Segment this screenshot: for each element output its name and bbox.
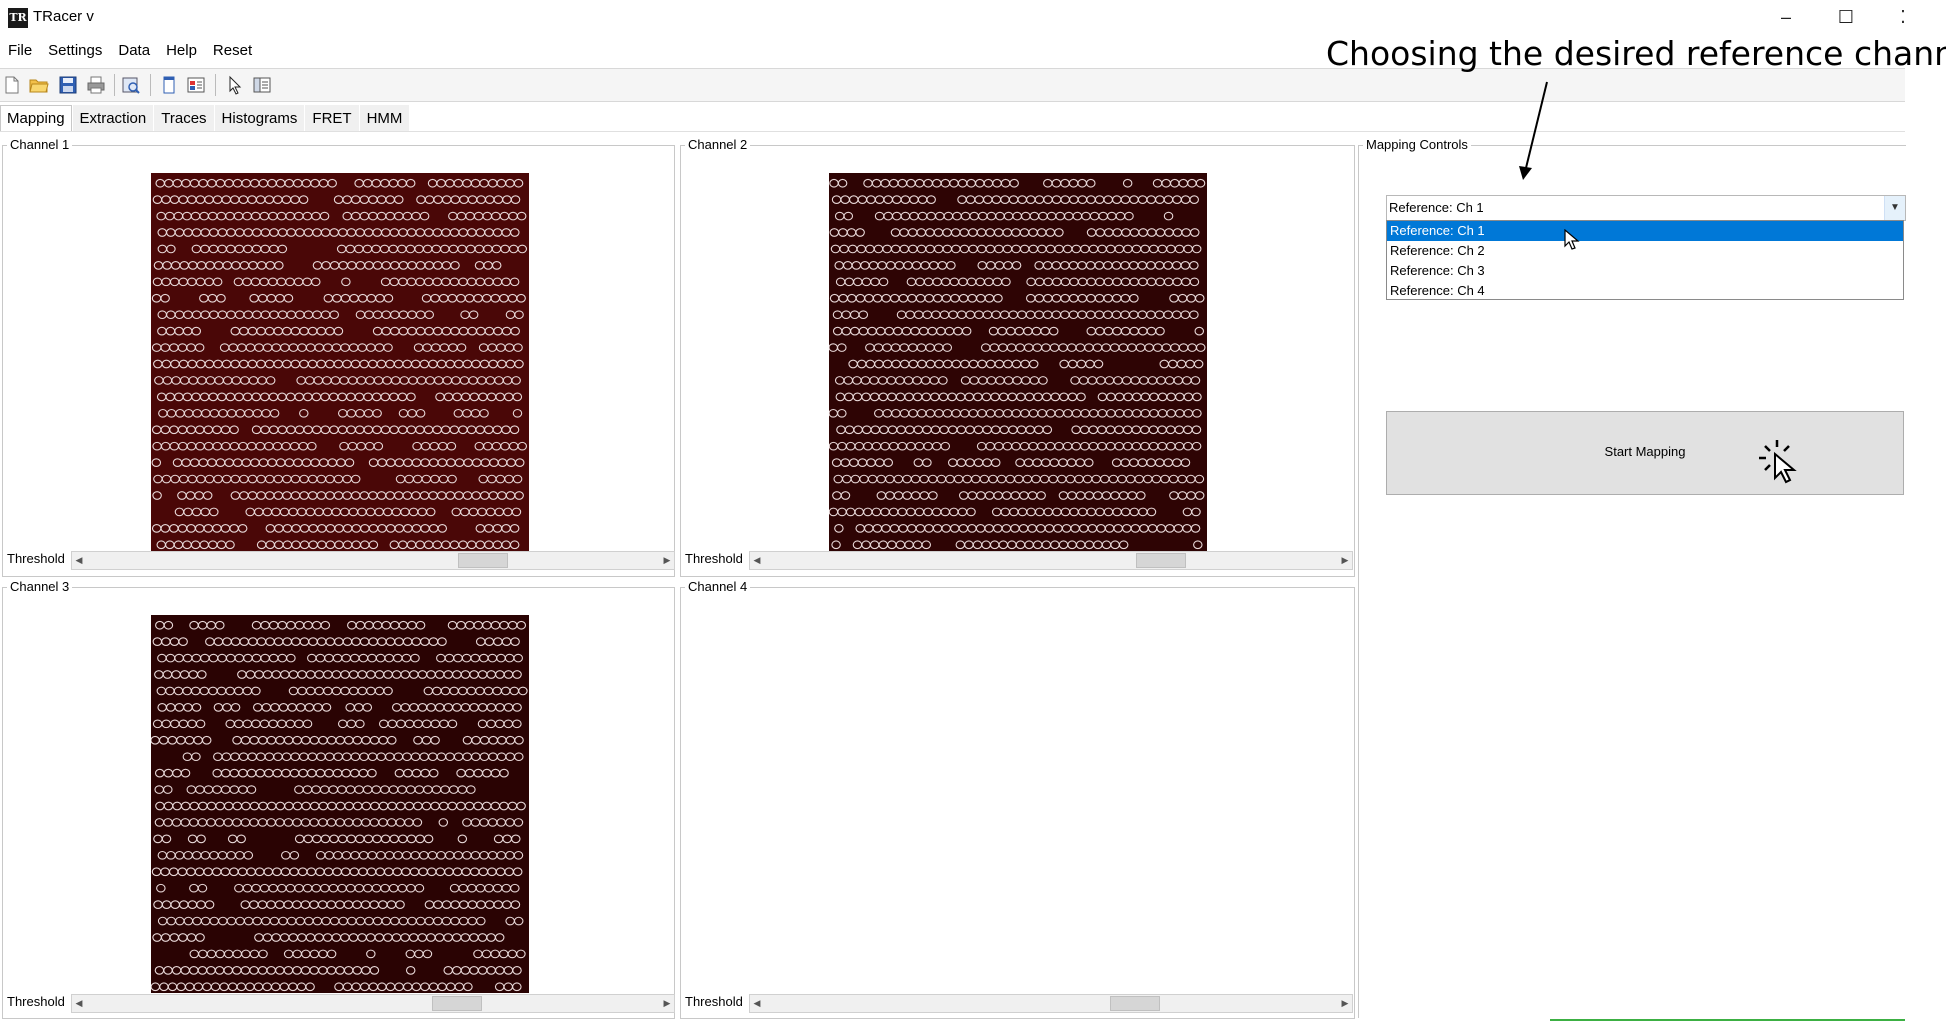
- menu-settings[interactable]: Settings: [40, 40, 110, 62]
- channel-1-image[interactable]: [151, 173, 529, 551]
- toolbar-separator: [150, 74, 151, 96]
- print-icon[interactable]: [86, 75, 106, 95]
- spot-map: [151, 615, 529, 993]
- tab-mapping[interactable]: Mapping: [0, 105, 72, 132]
- channel-3-threshold-slider[interactable]: ◀ ▶: [71, 994, 675, 1013]
- window-title: TRacer v: [33, 8, 94, 25]
- title-bar: TR TRacer v – ☐ ⁚: [0, 0, 1946, 34]
- scroll-left-icon[interactable]: ◀: [750, 552, 764, 569]
- reference-channel-dropdown[interactable]: Reference: Ch 1 ▼: [1386, 195, 1906, 221]
- spot-map: [829, 173, 1207, 551]
- close-button[interactable]: ⁚: [1880, 4, 1926, 30]
- tab-hmm[interactable]: HMM: [359, 105, 410, 132]
- toolbar: [0, 68, 1905, 102]
- channel-4-title: Channel 4: [685, 579, 751, 595]
- channel-4-panel: Channel 4 Threshold ◀ ▶: [680, 579, 1355, 1019]
- channel-2-panel: Channel 2 Threshold ◀ ▶: [680, 137, 1355, 577]
- channel-4-threshold-label: Threshold: [685, 994, 743, 1009]
- spot-map: [151, 173, 529, 551]
- print-preview-icon[interactable]: [121, 75, 141, 95]
- menu-reset[interactable]: Reset: [205, 40, 260, 62]
- channel-2-threshold-label: Threshold: [685, 551, 743, 566]
- menu-data[interactable]: Data: [110, 40, 158, 62]
- new-file-icon[interactable]: [2, 75, 22, 95]
- scroll-right-icon[interactable]: ▶: [660, 552, 674, 569]
- scroll-right-icon[interactable]: ▶: [1338, 995, 1352, 1012]
- start-mapping-label: Start Mapping: [1604, 444, 1686, 459]
- channel-2-image[interactable]: [829, 173, 1207, 551]
- mapping-controls-title: Mapping Controls: [1363, 137, 1471, 153]
- app-logo-icon: TR: [8, 8, 28, 28]
- reference-option-ch2[interactable]: Reference: Ch 2: [1387, 241, 1903, 261]
- toolbar-separator: [114, 74, 115, 96]
- channel-3-title: Channel 3: [7, 579, 73, 595]
- channel-3-threshold-label: Threshold: [7, 994, 65, 1009]
- sidebar-icon[interactable]: [252, 75, 272, 95]
- menu-help[interactable]: Help: [158, 40, 205, 62]
- channel-1-threshold-slider[interactable]: ◀ ▶: [71, 551, 675, 570]
- annotation-arrow-icon: [1519, 81, 1548, 180]
- scroll-right-icon[interactable]: ▶: [660, 995, 674, 1012]
- reference-option-ch3[interactable]: Reference: Ch 3: [1387, 261, 1903, 281]
- menu-bar: File Settings Data Help Reset: [0, 40, 260, 62]
- slider-thumb[interactable]: [431, 996, 482, 1011]
- annotation-text: Choosing the desired reference channel: [1326, 34, 1946, 73]
- channel-1-panel: Channel 1 Threshold ◀ ▶: [2, 137, 675, 577]
- chevron-down-icon[interactable]: ▼: [1884, 196, 1905, 220]
- scroll-left-icon[interactable]: ◀: [750, 995, 764, 1012]
- tab-bar: Mapping Extraction Traces Histograms FRE…: [0, 105, 410, 132]
- toolbar-separator: [215, 74, 216, 96]
- open-folder-icon[interactable]: [29, 75, 49, 95]
- reference-option-ch1[interactable]: Reference: Ch 1: [1387, 221, 1903, 241]
- reference-options-list: Reference: Ch 1 Reference: Ch 2 Referenc…: [1386, 220, 1904, 300]
- tab-extraction[interactable]: Extraction: [72, 105, 154, 132]
- tab-traces[interactable]: Traces: [154, 105, 214, 132]
- slider-thumb[interactable]: [1136, 553, 1187, 568]
- pointer-icon[interactable]: [225, 75, 245, 95]
- channel-3-image[interactable]: [151, 615, 529, 993]
- click-cursor-icon: [1759, 440, 1797, 484]
- tab-histograms[interactable]: Histograms: [214, 105, 305, 132]
- panel-icon[interactable]: [159, 75, 179, 95]
- menu-file[interactable]: File: [0, 40, 40, 62]
- save-icon[interactable]: [58, 75, 78, 95]
- minimize-button[interactable]: –: [1763, 4, 1809, 30]
- channel-1-threshold-label: Threshold: [7, 551, 65, 566]
- channel-4-threshold-slider[interactable]: ◀ ▶: [749, 994, 1353, 1013]
- maximize-button[interactable]: ☐: [1823, 4, 1869, 30]
- scroll-right-icon[interactable]: ▶: [1338, 552, 1352, 569]
- tab-fret[interactable]: FRET: [305, 105, 359, 132]
- channel-2-title: Channel 2: [685, 137, 751, 153]
- slider-thumb[interactable]: [1109, 996, 1160, 1011]
- reference-selected-value: Reference: Ch 1: [1389, 200, 1484, 215]
- layout-icon[interactable]: [186, 75, 206, 95]
- reference-option-ch4[interactable]: Reference: Ch 4: [1387, 281, 1903, 301]
- channel-2-threshold-slider[interactable]: ◀ ▶: [749, 551, 1353, 570]
- tab-divider: [0, 131, 1905, 132]
- mouse-cursor-icon: [1564, 229, 1580, 250]
- channel-1-title: Channel 1: [7, 137, 73, 153]
- channel-3-panel: Channel 3 Threshold ◀ ▶: [2, 579, 675, 1019]
- scroll-left-icon[interactable]: ◀: [72, 552, 86, 569]
- start-mapping-button[interactable]: Start Mapping: [1386, 411, 1904, 495]
- slider-thumb[interactable]: [458, 553, 509, 568]
- scroll-left-icon[interactable]: ◀: [72, 995, 86, 1012]
